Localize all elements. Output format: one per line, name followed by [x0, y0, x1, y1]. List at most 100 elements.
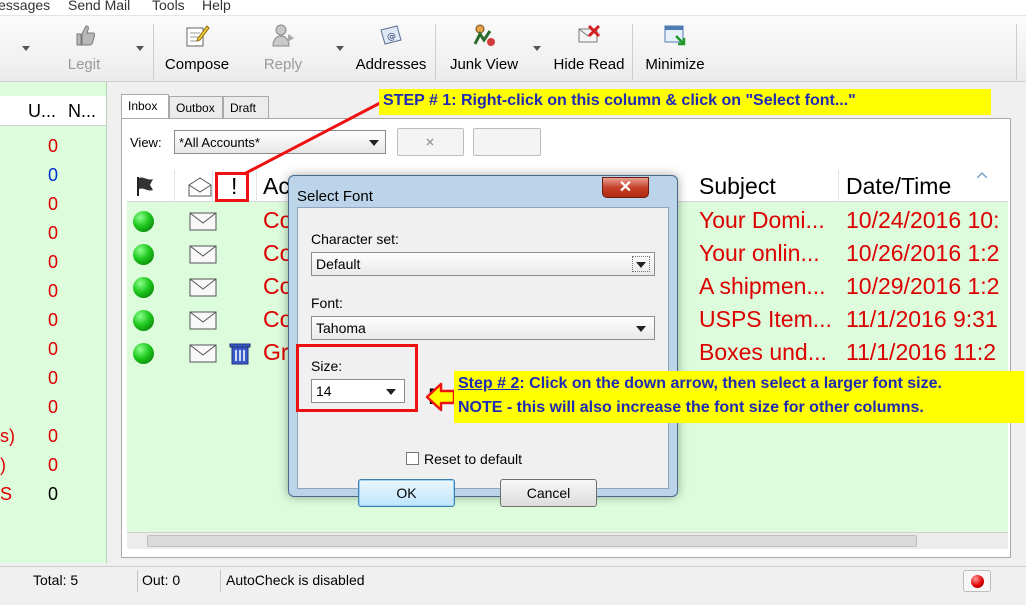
hide-read-icon [578, 24, 601, 43]
close-icon: ✕ [618, 179, 633, 196]
message-address: Gr [263, 339, 289, 365]
ok-button[interactable]: OK [358, 479, 455, 507]
tab-outbox[interactable]: Outbox [169, 96, 223, 118]
envelope-icon [189, 276, 217, 297]
menu-send-mail[interactable]: Send Mail [68, 0, 130, 13]
account-row[interactable]: 0 [0, 132, 106, 161]
step-2-label: Step # 2 [458, 375, 520, 392]
scrollbar-thumb[interactable] [147, 535, 917, 547]
sort-ascending-icon [977, 172, 987, 178]
status-dot-icon [133, 310, 154, 331]
legit-button[interactable]: Legit [60, 22, 108, 80]
compose-icon [186, 25, 210, 47]
account-unread-count: 0 [48, 281, 59, 301]
account-row[interactable]: 0 [0, 277, 106, 306]
account-name: ) [0, 455, 6, 475]
status-dot-icon [133, 211, 154, 232]
subject-column-header[interactable]: Subject [691, 170, 839, 202]
account-row[interactable]: 0 [0, 306, 106, 335]
status-autocheck: AutoCheck is disabled [226, 572, 365, 588]
charset-label: Character set: [311, 231, 399, 247]
account-row[interactable]: 0 [0, 190, 106, 219]
menu-messages[interactable]: essages [0, 0, 50, 13]
reset-to-default-label[interactable]: Reset to default [424, 451, 522, 467]
account-unread-count: 0 [48, 310, 59, 330]
message-date: 11/1/2016 11:2 [846, 339, 997, 365]
flag-column-header[interactable] [127, 170, 175, 202]
envelope-icon [189, 309, 217, 330]
account-row[interactable]: 0 [0, 364, 106, 393]
account-unread-count: 0 [48, 339, 59, 359]
dropdown-arrow-icon[interactable] [336, 46, 344, 51]
dropdown-arrow-icon[interactable] [533, 46, 541, 51]
font-select[interactable]: Tahoma [311, 316, 655, 340]
autocheck-toggle-button[interactable] [963, 570, 991, 592]
reply-icon [272, 24, 294, 47]
message-date: 10/26/2016 1:2 [846, 240, 1000, 266]
unread-column-header[interactable]: U... [28, 101, 56, 122]
hide-read-button[interactable]: Hide Read [551, 22, 627, 80]
step-2-text: : Click on the down arrow, then select a… [519, 375, 942, 392]
menu-bar: essages Send Mail Tools Help [0, 0, 1026, 16]
message-date: 10/29/2016 1:2 [846, 273, 1000, 299]
window-bottom-edge [0, 594, 1026, 605]
accounts-panel: U... N... 0 0 0 0 0 0 0 0 0 0 s) 0) 0 S 0 [0, 82, 107, 563]
envelope-icon [188, 177, 212, 197]
font-label: Font: [311, 295, 343, 311]
compose-button[interactable]: Compose [162, 22, 232, 80]
dropdown-arrow-icon[interactable] [136, 46, 144, 51]
account-row[interactable]: 0 [0, 161, 106, 190]
account-row[interactable]: ) 0 [0, 451, 106, 480]
account-unread-count: 0 [48, 368, 59, 388]
account-row[interactable]: s) 0 [0, 422, 106, 451]
account-unread-count: 0 [48, 397, 59, 417]
menu-help[interactable]: Help [202, 0, 231, 13]
account-row[interactable]: 0 [0, 393, 106, 422]
message-subject: USPS Item... [699, 306, 832, 332]
status-total: Total: 5 [33, 572, 79, 588]
annotation-highlight-priority-column [215, 172, 249, 202]
envelope-icon [189, 342, 217, 363]
status-out: Out: 0 [142, 572, 181, 588]
dropdown-arrow-icon[interactable] [22, 46, 30, 51]
minimize-button[interactable]: Minimize [641, 22, 709, 80]
tab-inbox[interactable]: Inbox [121, 94, 169, 118]
account-unread-count: 0 [48, 194, 59, 214]
addresses-button[interactable]: @ Addresses [352, 22, 430, 80]
account-row[interactable]: 0 [0, 248, 106, 277]
toolbar-separator [153, 24, 154, 80]
account-unread-count: 0 [48, 455, 59, 475]
trash-icon[interactable] [229, 341, 251, 365]
account-row[interactable]: S0 [0, 480, 106, 509]
read-column-header[interactable] [175, 170, 213, 202]
account-row[interactable]: 0 [0, 335, 106, 364]
account-row[interactable]: 0 [0, 219, 106, 248]
annotation-highlight-size [296, 344, 418, 412]
account-unread-count: 0 [48, 252, 59, 272]
accounts-header: U... N... [0, 96, 106, 126]
menu-tools[interactable]: Tools [152, 0, 185, 13]
record-icon [971, 575, 984, 588]
minimize-icon [664, 25, 686, 46]
message-subject: A shipmen... [699, 273, 826, 299]
filter-button[interactable] [473, 128, 541, 156]
junk-view-button[interactable]: Junk View [446, 22, 522, 80]
status-separator [220, 570, 221, 592]
clear-filter-button[interactable] [397, 128, 464, 156]
message-subject: Boxes und... [699, 339, 827, 365]
tab-draft[interactable]: Draft [223, 96, 269, 118]
reply-button[interactable]: Reply [258, 22, 308, 80]
account-unread-count: 0 [48, 165, 59, 185]
dialog-title: Select Font [297, 188, 373, 205]
horizontal-scrollbar[interactable] [127, 532, 1008, 549]
dialog-close-button[interactable]: ✕ [602, 177, 649, 198]
account-unread-count: 0 [48, 484, 59, 504]
view-select-value: *All Accounts* [179, 135, 260, 150]
view-select[interactable]: *All Accounts* [174, 130, 386, 154]
new-column-header[interactable]: N... [68, 101, 96, 122]
reset-to-default-checkbox[interactable] [406, 452, 419, 465]
charset-select[interactable]: Default [311, 252, 655, 276]
cancel-button[interactable]: Cancel [500, 479, 597, 507]
close-icon [426, 138, 434, 146]
status-bar: Total: 5 Out: 0 AutoCheck is disabled [0, 566, 1026, 594]
